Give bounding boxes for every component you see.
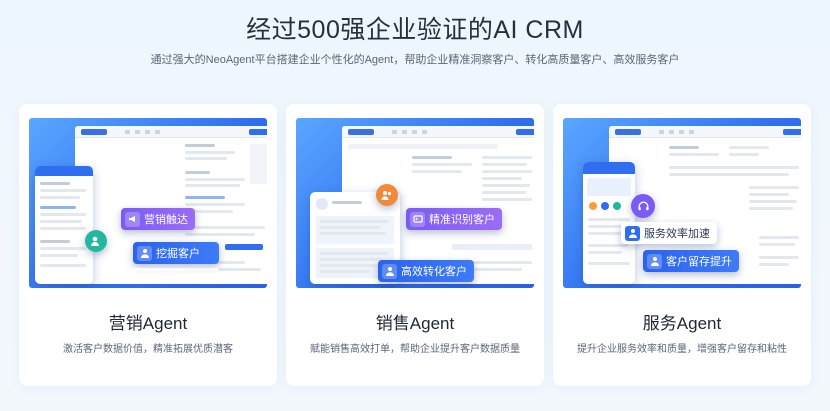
card-desc: 赋能销售高效打单，帮助企业提升客户数据质量	[310, 344, 520, 355]
user-icon	[382, 263, 397, 279]
user-icon	[625, 225, 640, 241]
agent-cards: 营销触达 挖掘客户 营销Agent 激活客户数据价值，精准拓展优质潜客 精准识别…	[19, 104, 811, 386]
service-screenshot: 服务效率加速 客户留存提升	[563, 118, 801, 288]
user-search-icon	[85, 230, 107, 252]
user-convert-icon	[376, 184, 398, 206]
tag-identify: 精准识别客户	[406, 208, 502, 230]
id-card-icon	[410, 211, 425, 227]
card-marketing-agent[interactable]: 营销触达 挖掘客户 营销Agent 激活客户数据价值，精准拓展优质潜客	[19, 104, 277, 386]
tag-retention: 客户留存提升	[643, 250, 739, 272]
tag-label: 高效转化客户	[401, 266, 467, 278]
page-subtitle: 通过强大的NeoAgent平台搭建企业个性化的Agent，帮助企业精准洞察客户、…	[150, 54, 680, 66]
tag-label: 挖掘客户	[156, 248, 200, 260]
headset-icon	[631, 194, 655, 218]
card-title: 销售Agent	[375, 314, 455, 333]
user-heart-icon	[647, 253, 662, 269]
tag-label: 客户留存提升	[666, 256, 732, 268]
card-title: 服务Agent	[642, 314, 722, 333]
card-desc: 提升企业服务效率和质量，增强客户留存和粘性	[577, 344, 787, 355]
card-desc: 激活客户数据价值，精准拓展优质潜客	[63, 344, 233, 355]
sales-screenshot: 精准识别客户 高效转化客户	[296, 118, 534, 288]
tag-marketing-touch: 营销触达	[121, 208, 195, 230]
tag-label: 营销触达	[144, 214, 188, 226]
marketing-screenshot: 营销触达 挖掘客户	[29, 118, 267, 288]
card-service-agent[interactable]: 服务效率加速 客户留存提升 服务Agent 提升企业服务效率和质量，增强客户留存…	[553, 104, 811, 386]
megaphone-icon	[125, 211, 140, 227]
marketing-phone	[35, 166, 93, 284]
card-sales-agent[interactable]: 精准识别客户 高效转化客户 销售Agent 赋能销售高效打单，帮助企业提升客户数…	[286, 104, 544, 386]
tag-label: 精准识别客户	[429, 214, 495, 226]
tag-convert: 高效转化客户	[378, 260, 474, 282]
tag-label: 服务效率加速	[644, 228, 710, 240]
card-title: 营销Agent	[108, 314, 188, 333]
user-icon	[137, 245, 152, 261]
tag-service-efficiency: 服务效率加速	[621, 222, 717, 244]
page-title: 经过500强企业验证的AI CRM	[246, 16, 584, 44]
tag-mining: 挖掘客户	[133, 242, 219, 264]
